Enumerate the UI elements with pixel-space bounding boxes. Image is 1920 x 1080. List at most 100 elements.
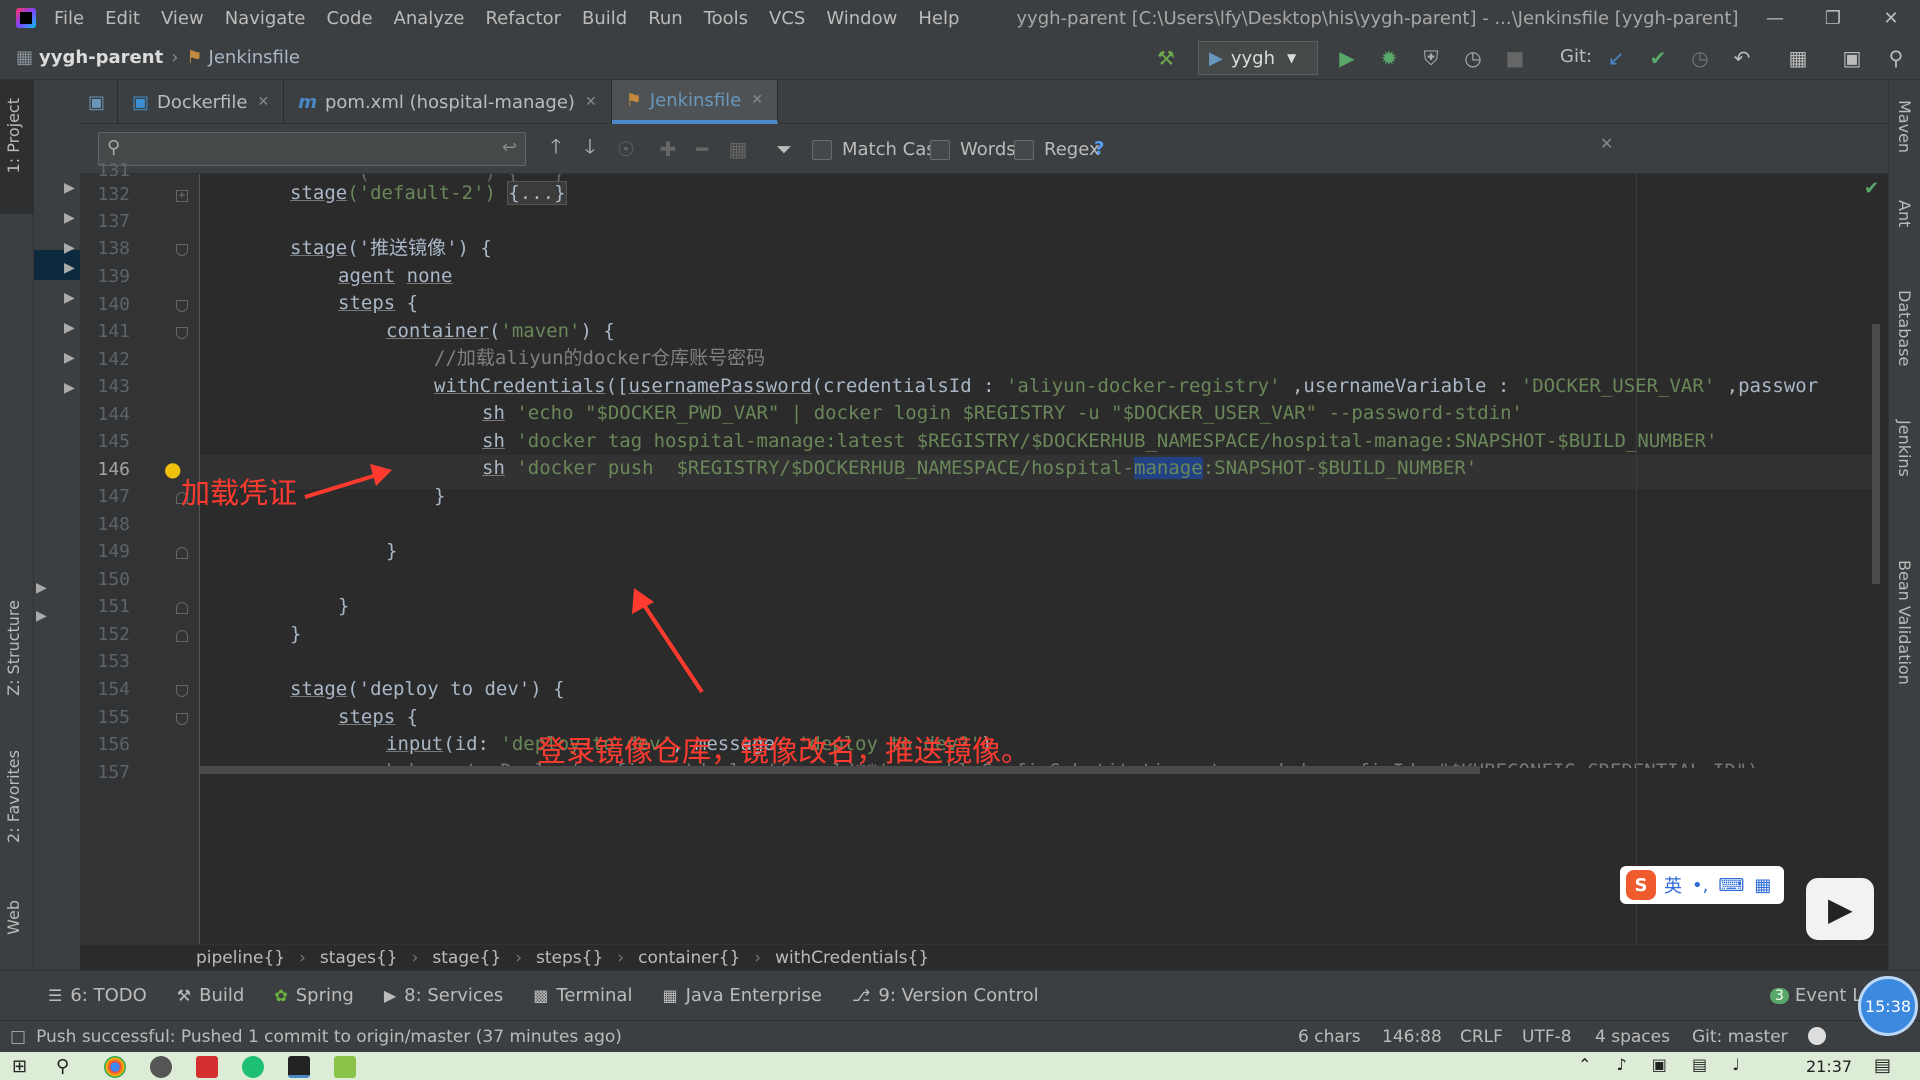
keyboard-icon[interactable]: ⌨ [1718, 875, 1744, 896]
search-history-icon[interactable]: ↩ [502, 137, 517, 158]
close-find-icon[interactable]: ✕ [1600, 134, 1613, 153]
fold-icon[interactable] [176, 547, 188, 559]
status-message[interactable]: Push successful: Pushed 1 commit to orig… [36, 1027, 622, 1047]
ime-lang[interactable]: 英 [1664, 872, 1682, 898]
run-icon[interactable]: ▶ [1333, 44, 1361, 72]
app-icon[interactable] [150, 1056, 172, 1078]
fold-icon[interactable] [176, 327, 188, 339]
menu-window[interactable]: Window [826, 8, 897, 29]
expand-arrow-icon[interactable]: ▶ [64, 350, 75, 366]
breadcrumb-item[interactable]: container{} [638, 948, 740, 968]
match-case-checkbox[interactable]: Match Case [812, 139, 947, 160]
intellij-taskbar-icon[interactable] [288, 1056, 310, 1078]
status-line-separator[interactable]: CRLF [1460, 1027, 1503, 1047]
select-all-icon[interactable]: ▦ [724, 135, 752, 163]
regex-help-link[interactable]: ? [1094, 138, 1104, 159]
menu-vcs[interactable]: VCS [769, 8, 805, 29]
terminal-tool-button[interactable]: ▩ Terminal [533, 985, 632, 1006]
vcs-update-icon[interactable]: ↙ [1602, 44, 1630, 72]
close-icon[interactable]: ✕ [1866, 0, 1916, 36]
tab-jenkins[interactable]: Jenkins [1895, 420, 1914, 477]
build-hammer-icon[interactable]: ⚒ [1152, 44, 1180, 72]
tab-ant[interactable]: Ant [1895, 200, 1914, 227]
notepad-icon[interactable] [334, 1056, 356, 1078]
vcs-commit-icon[interactable]: ✔ [1644, 44, 1672, 72]
expand-arrow-icon[interactable]: ▶ [36, 608, 47, 624]
fold-icon[interactable] [176, 602, 188, 614]
tab-pom-xml[interactable]: m pom.xml (hospital-manage) ✕ [284, 80, 612, 124]
expand-arrow-icon[interactable]: ▶ [64, 240, 75, 256]
menu-run[interactable]: Run [648, 8, 683, 29]
video-play-button[interactable]: ▶ [1806, 878, 1874, 940]
nav-file[interactable]: Jenkinsfile [209, 47, 300, 68]
debug-icon[interactable]: ✹ [1375, 44, 1403, 72]
code-editor[interactable]: ······(··········)·{···} stage('default-… [200, 174, 1880, 944]
tab-structure[interactable]: Z: Structure [4, 600, 23, 696]
add-selection-icon[interactable]: ✚ [654, 135, 682, 163]
close-tab-icon[interactable]: ✕ [257, 94, 269, 110]
rollback-icon[interactable]: ↶ [1728, 44, 1756, 72]
words-checkbox[interactable]: Words [930, 139, 1016, 160]
fold-icon[interactable] [176, 244, 188, 256]
ime-punct[interactable]: •, [1692, 875, 1708, 896]
services-tool-button[interactable]: ▶ 8: Services [384, 985, 503, 1006]
history-icon[interactable]: ◷ [1686, 44, 1714, 72]
menu-analyze[interactable]: Analyze [394, 8, 465, 29]
breadcrumb-item[interactable]: stages{} [320, 948, 398, 968]
filter-icon[interactable]: ⏷ [770, 135, 798, 163]
menu-build[interactable]: Build [582, 8, 627, 29]
presentation-icon[interactable]: ▣ [1838, 44, 1866, 72]
breadcrumb-item[interactable]: pipeline{} [196, 948, 285, 968]
expand-arrow-icon[interactable]: ▶ [64, 210, 75, 226]
tab-jenkinsfile[interactable]: ⚑ Jenkinsfile ✕ [611, 80, 778, 124]
version-control-tool-button[interactable]: ⎇ 9: Version Control [852, 985, 1039, 1006]
build-tool-button[interactable]: ⚒ Build [177, 985, 245, 1006]
fold-icon[interactable] [176, 630, 188, 642]
status-encoding[interactable]: UTF-8 [1522, 1027, 1572, 1047]
lightbulb-icon[interactable]: ● [164, 457, 181, 481]
fold-icon[interactable]: + [176, 190, 188, 202]
app-icon[interactable] [242, 1056, 264, 1078]
arrow-down-icon[interactable]: 🡓 [576, 134, 604, 163]
breadcrumb-item[interactable]: withCredentials{} [775, 948, 929, 968]
search-icon[interactable]: ⚲ [56, 1056, 78, 1078]
find-usages-icon[interactable]: ☉ [612, 135, 640, 163]
expand-arrow-icon[interactable]: ▶ [64, 320, 75, 336]
minimize-icon[interactable]: — [1750, 0, 1800, 36]
search-input[interactable]: ⚲ ↩ [98, 132, 526, 166]
tab-overflow[interactable]: ▣ [80, 80, 118, 124]
menu-tools[interactable]: Tools [704, 8, 748, 29]
menu-help[interactable]: Help [918, 8, 959, 29]
expand-arrow-icon[interactable]: ▶ [64, 180, 75, 196]
toggle-tool-windows-icon[interactable]: □ [10, 1027, 26, 1047]
status-indent[interactable]: 4 spaces [1595, 1027, 1670, 1047]
fold-icon[interactable] [176, 300, 188, 312]
taskbar-clock[interactable]: 21:37 [1806, 1057, 1852, 1076]
menu-refactor[interactable]: Refactor [485, 8, 561, 29]
menu-code[interactable]: Code [326, 8, 372, 29]
remove-selection-icon[interactable]: ━ [688, 135, 716, 163]
expand-arrow-icon[interactable]: ▶ [64, 290, 75, 306]
profile-icon[interactable]: ◷ [1459, 44, 1487, 72]
fold-icon[interactable] [176, 685, 188, 697]
tab-maven[interactable]: Maven [1895, 100, 1914, 153]
breadcrumb-item[interactable]: stage{} [432, 948, 501, 968]
windows-start-icon[interactable]: ⊞ [12, 1056, 34, 1078]
tab-database[interactable]: Database [1895, 290, 1914, 366]
ime-toolbar[interactable]: S 英 •, ⌨ ▦ [1620, 866, 1784, 904]
run-config-select[interactable]: ▶ yygh ▼ [1198, 41, 1318, 75]
menu-view[interactable]: View [161, 8, 204, 29]
todo-tool-button[interactable]: ☰ 6: TODO [48, 985, 147, 1006]
breadcrumb-item[interactable]: steps{} [536, 948, 603, 968]
spring-tool-button[interactable]: ✿ Spring [274, 985, 354, 1006]
vertical-scrollbar[interactable] [1872, 324, 1880, 584]
nav-project[interactable]: yygh-parent [39, 47, 163, 68]
menu-file[interactable]: File [54, 8, 84, 29]
menu-navigate[interactable]: Navigate [225, 8, 306, 29]
fold-icon[interactable] [176, 713, 188, 725]
chrome-icon[interactable] [104, 1056, 126, 1078]
arrow-up-icon[interactable]: 🡑 [542, 134, 570, 163]
menu-edit[interactable]: Edit [105, 8, 140, 29]
tab-bean-validation[interactable]: Bean Validation [1895, 560, 1914, 685]
close-tab-icon[interactable]: ✕ [585, 94, 597, 110]
